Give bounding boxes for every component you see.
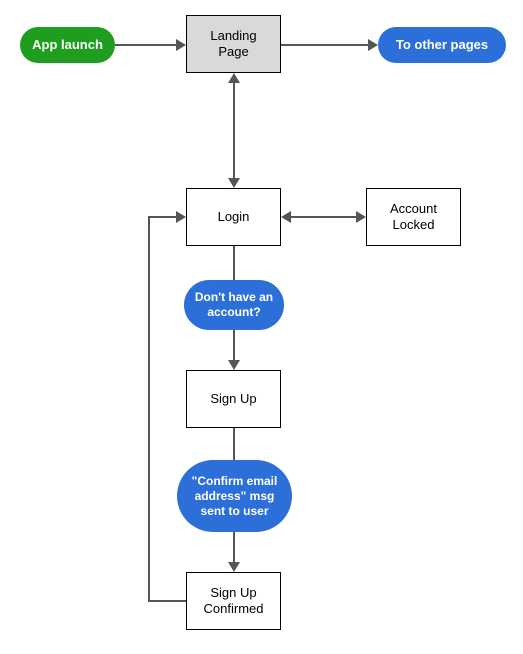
node-label: To other pages: [396, 37, 488, 53]
edge-return-leg-vertical: [148, 216, 150, 602]
edge-no-account-signup: [233, 330, 235, 360]
node-label: Sign Up Confirmed: [197, 585, 270, 618]
arrowhead-right-icon: [356, 211, 366, 223]
arrowhead-right-icon: [176, 39, 186, 51]
edge-landing-to-other: [281, 44, 368, 46]
arrowhead-left-icon: [281, 211, 291, 223]
arrowhead-up-icon: [228, 73, 240, 83]
node-label: Landing Page: [197, 28, 270, 61]
edge-app-launch-to-landing: [115, 44, 176, 46]
node-landing-page: Landing Page: [186, 15, 281, 73]
arrowhead-right-icon: [176, 211, 186, 223]
edge-confirm-signup-confirmed: [233, 532, 235, 562]
node-label: Account Locked: [377, 201, 450, 234]
node-label: Sign Up: [210, 391, 256, 407]
node-app-launch: App launch: [20, 27, 115, 63]
edge-return-leg-bottom: [148, 600, 186, 602]
node-login: Login: [186, 188, 281, 246]
node-label: App launch: [32, 37, 103, 53]
arrowhead-right-icon: [368, 39, 378, 51]
node-sign-up-confirmed: Sign Up Confirmed: [186, 572, 281, 630]
arrowhead-down-icon: [228, 360, 240, 370]
edge-login-no-account: [233, 246, 235, 280]
node-label: "Confirm email address" msg sent to user: [187, 474, 282, 519]
edge-login-account-locked: [291, 216, 356, 218]
edge-signup-confirm: [233, 428, 235, 460]
node-label: Don't have an account?: [194, 290, 274, 320]
node-confirm-msg: "Confirm email address" msg sent to user: [177, 460, 292, 532]
edge-landing-login: [233, 83, 235, 178]
edge-return-leg-top: [148, 216, 176, 218]
node-account-locked: Account Locked: [366, 188, 461, 246]
node-sign-up: Sign Up: [186, 370, 281, 428]
node-label: Login: [218, 209, 250, 225]
arrowhead-down-icon: [228, 562, 240, 572]
arrowhead-down-icon: [228, 178, 240, 188]
node-to-other-pages: To other pages: [378, 27, 506, 63]
node-no-account: Don't have an account?: [184, 280, 284, 330]
